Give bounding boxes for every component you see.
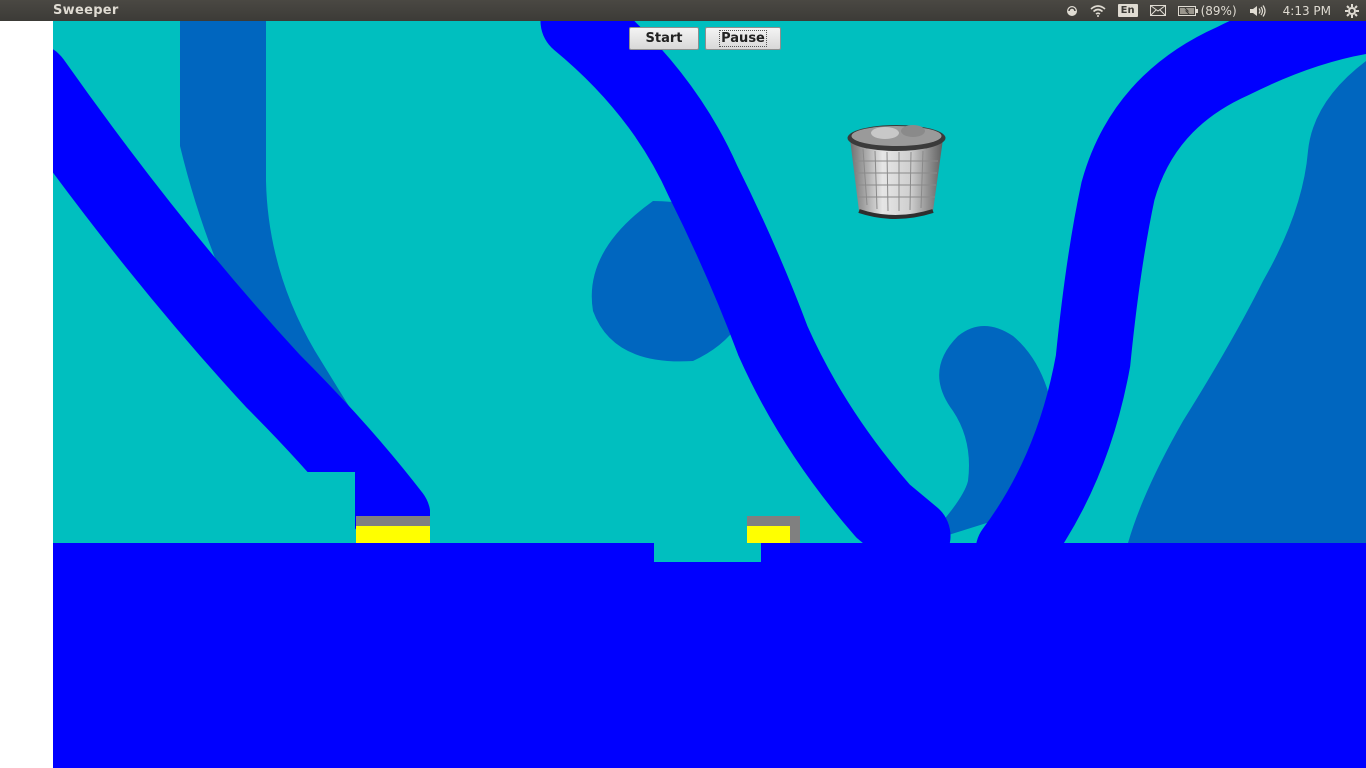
window-title: Sweeper	[53, 3, 119, 18]
gear-icon[interactable]	[1341, 0, 1366, 21]
top-panel: Sweeper En (89%) 4:13 PM	[0, 0, 1366, 21]
start-button-label: Start	[645, 31, 683, 46]
start-button[interactable]: Start	[629, 27, 699, 50]
water-ledge-middle	[430, 487, 747, 543]
battery-icon[interactable]: (89%)	[1172, 0, 1243, 21]
clock[interactable]: 4:13 PM	[1273, 0, 1341, 21]
ledge-right-side	[790, 516, 800, 543]
floor-notch	[654, 543, 761, 562]
language-indicator: En	[1117, 4, 1138, 17]
ledge-left	[356, 516, 430, 526]
keyboard-layout-icon[interactable]: En	[1112, 0, 1144, 21]
wifi-icon[interactable]	[1084, 0, 1112, 21]
yellow-marker-left[interactable]	[356, 526, 430, 543]
battery-percent: (89%)	[1200, 3, 1237, 18]
panel-indicators: En (89%) 4:13 PM	[1060, 0, 1366, 21]
water-ledge-left	[53, 472, 355, 543]
yellow-marker-right[interactable]	[747, 526, 790, 543]
pause-button-label: Pause	[719, 30, 767, 47]
pause-button[interactable]: Pause	[705, 27, 781, 50]
network-icon[interactable]	[1060, 0, 1084, 21]
game-area[interactable]: Start Pause	[53, 21, 1366, 768]
volume-icon[interactable]	[1243, 0, 1273, 21]
trash-can-icon[interactable]	[845, 119, 948, 223]
mail-icon[interactable]	[1144, 0, 1172, 21]
game-scene	[53, 21, 1366, 768]
stream-floor	[53, 543, 1366, 768]
